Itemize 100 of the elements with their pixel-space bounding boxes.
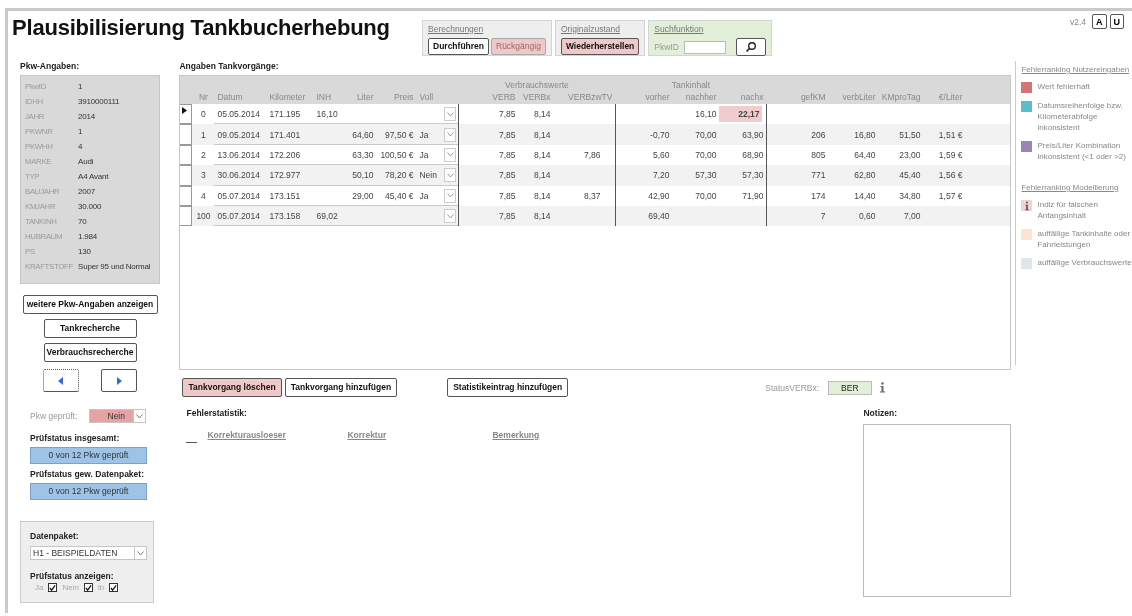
table-cell: 22,17 [719, 106, 763, 123]
action-button[interactable]: Tankvorgang löschen [182, 378, 282, 397]
info-icon[interactable] [878, 382, 886, 393]
new-record-marker [186, 442, 198, 443]
table-cell[interactable]: 50,10 [346, 165, 377, 186]
table-cell: 771 [766, 165, 829, 186]
table-cell[interactable]: 172.977 [266, 165, 314, 186]
table-cell[interactable]: 64,60 [346, 124, 377, 145]
search-field[interactable] [684, 40, 727, 54]
column-header: nachx [739, 92, 765, 102]
group-title: Berechnungen [428, 24, 484, 34]
checkbox[interactable] [83, 583, 93, 592]
table-cell: 7,85 [458, 185, 519, 206]
action-button[interactable]: Tankvorgang hinzufügen [284, 378, 398, 397]
table-cell-text: 100 [195, 210, 212, 224]
letter-button[interactable]: U [1109, 14, 1124, 29]
action-button[interactable]: Verbrauchsrecherche [43, 343, 137, 362]
legend-label: auffällige Verbrauchswerte [1037, 257, 1132, 268]
column-header: Voll [418, 92, 435, 102]
action-button[interactable]: Tankrecherche [43, 319, 137, 338]
table-cell-text: 71,90 [741, 189, 765, 203]
action-button[interactable]: Statistikeintrag hinzufügen [447, 378, 569, 397]
record-selector[interactable] [180, 104, 193, 125]
dropdown-field[interactable]: H1 - BEISPIELDATEN [30, 546, 147, 560]
table-cell[interactable]: 97,50 € [376, 124, 417, 145]
table-cell[interactable]: 171.195 [266, 104, 314, 125]
chevron-down-icon [136, 413, 144, 419]
field-value: 130 [78, 247, 91, 256]
table-cell[interactable]: 171.401 [266, 124, 314, 145]
table-cell[interactable]: 05.07.2014 [214, 205, 267, 227]
table-cell[interactable]: 13.06.2014 [214, 144, 267, 166]
notes-field[interactable] [863, 424, 1012, 597]
table-cell[interactable]: 78,20 € [376, 165, 417, 186]
chevron-down-icon [446, 111, 454, 117]
column-header: €/Liter [937, 92, 964, 102]
table-cell[interactable]: 05.05.2014 [214, 104, 267, 125]
column-header: KMproTag [880, 92, 922, 102]
field-value: A4 Avant [78, 172, 109, 181]
right-triangle-icon [116, 376, 122, 385]
legend-label: Preis/Liter Kombination inkonsistent (<1 oder >2) [1037, 140, 1127, 162]
table-cell[interactable]: 09.05.2014 [214, 124, 267, 145]
table-cell: 69,40 [615, 205, 673, 227]
table-cell: 7 [766, 205, 829, 227]
table-cell-text: 68,90 [741, 148, 765, 162]
table-cell[interactable]: 172.206 [266, 144, 314, 166]
section-label: Datenpaket: [30, 531, 80, 541]
letter-button[interactable]: A [1092, 14, 1107, 29]
checkbox[interactable] [109, 583, 119, 592]
table-cell-text: 7,86 [582, 148, 602, 162]
action-button[interactable]: Wiederherstellen [560, 38, 640, 55]
next-button[interactable] [101, 369, 137, 392]
table-cell[interactable]: 16,10 [313, 104, 347, 125]
table-cell-text: 1,56 € [937, 169, 964, 183]
dropdown-field[interactable]: Ja [416, 124, 459, 145]
table-cell-text: 1 [200, 128, 207, 142]
dropdown-field[interactable] [416, 104, 459, 125]
table-cell-text: 8,14 [532, 108, 552, 122]
legend-label: Indiz für falschen Anfangsinhalt [1037, 199, 1099, 221]
field-label: StatusVERBx: [765, 382, 820, 393]
table-cell-text: 8,37 [582, 189, 602, 203]
table-cell[interactable]: 45,40 € [376, 185, 417, 206]
table-cell-text: 8,14 [532, 148, 552, 162]
table-cell-text: 8,14 [532, 210, 552, 224]
table-cell-text: 23,00 [898, 148, 922, 162]
table-cell[interactable]: 69,02 [313, 205, 347, 227]
action-button[interactable]: Durchführen [428, 38, 489, 55]
table-cell: 174 [766, 185, 829, 206]
search-button[interactable] [736, 38, 767, 56]
chevron-down-icon [137, 550, 144, 556]
table-cell-text: 0,60 [857, 210, 877, 224]
table-cell-text: 2 [200, 148, 207, 162]
table-cell[interactable]: 173.158 [266, 205, 314, 227]
table-cell[interactable]: 30.06.2014 [214, 165, 267, 186]
dropdown-field[interactable]: Nein [416, 165, 459, 186]
previous-button[interactable] [43, 369, 79, 392]
table-cell-text: 57,30 [741, 169, 765, 183]
table-cell[interactable]: 100,50 € [376, 144, 417, 166]
field-value: 70 [78, 217, 87, 226]
table-cell[interactable]: 05.07.2014 [214, 185, 267, 206]
table-cell[interactable]: 29,00 [346, 185, 377, 206]
status-field: 0 von 12 Pkw geprüft [30, 483, 147, 500]
column-header: vorher [644, 92, 671, 102]
action-button[interactable]: weitere Pkw-Angaben anzeigen [22, 295, 158, 314]
section-label: Prüfstatus gew. Datenpaket: [30, 469, 145, 479]
dropdown-field[interactable]: Ja [416, 144, 459, 166]
dropdown-field[interactable]: Nein [89, 409, 147, 423]
record-pointer-icon [182, 107, 188, 114]
table-cell[interactable]: 63,30 [346, 144, 377, 166]
column-group-header: Tankinhalt [670, 80, 712, 90]
group-title: Originalzustand [560, 24, 620, 34]
section-label: Prüfstatus anzeigen: [30, 571, 115, 581]
checkbox[interactable] [48, 583, 58, 592]
column-header: VERBx [522, 92, 552, 102]
table-cell: 7,85 [458, 165, 519, 186]
dropdown-field[interactable]: Ja [416, 185, 459, 206]
table-cell-text: 0 [200, 108, 207, 122]
left-triangle-icon [58, 376, 64, 385]
table-cell[interactable]: 173.151 [266, 185, 314, 206]
table-cell-text: 16,10 [694, 108, 718, 122]
checkbox-label: Ja [35, 583, 44, 592]
